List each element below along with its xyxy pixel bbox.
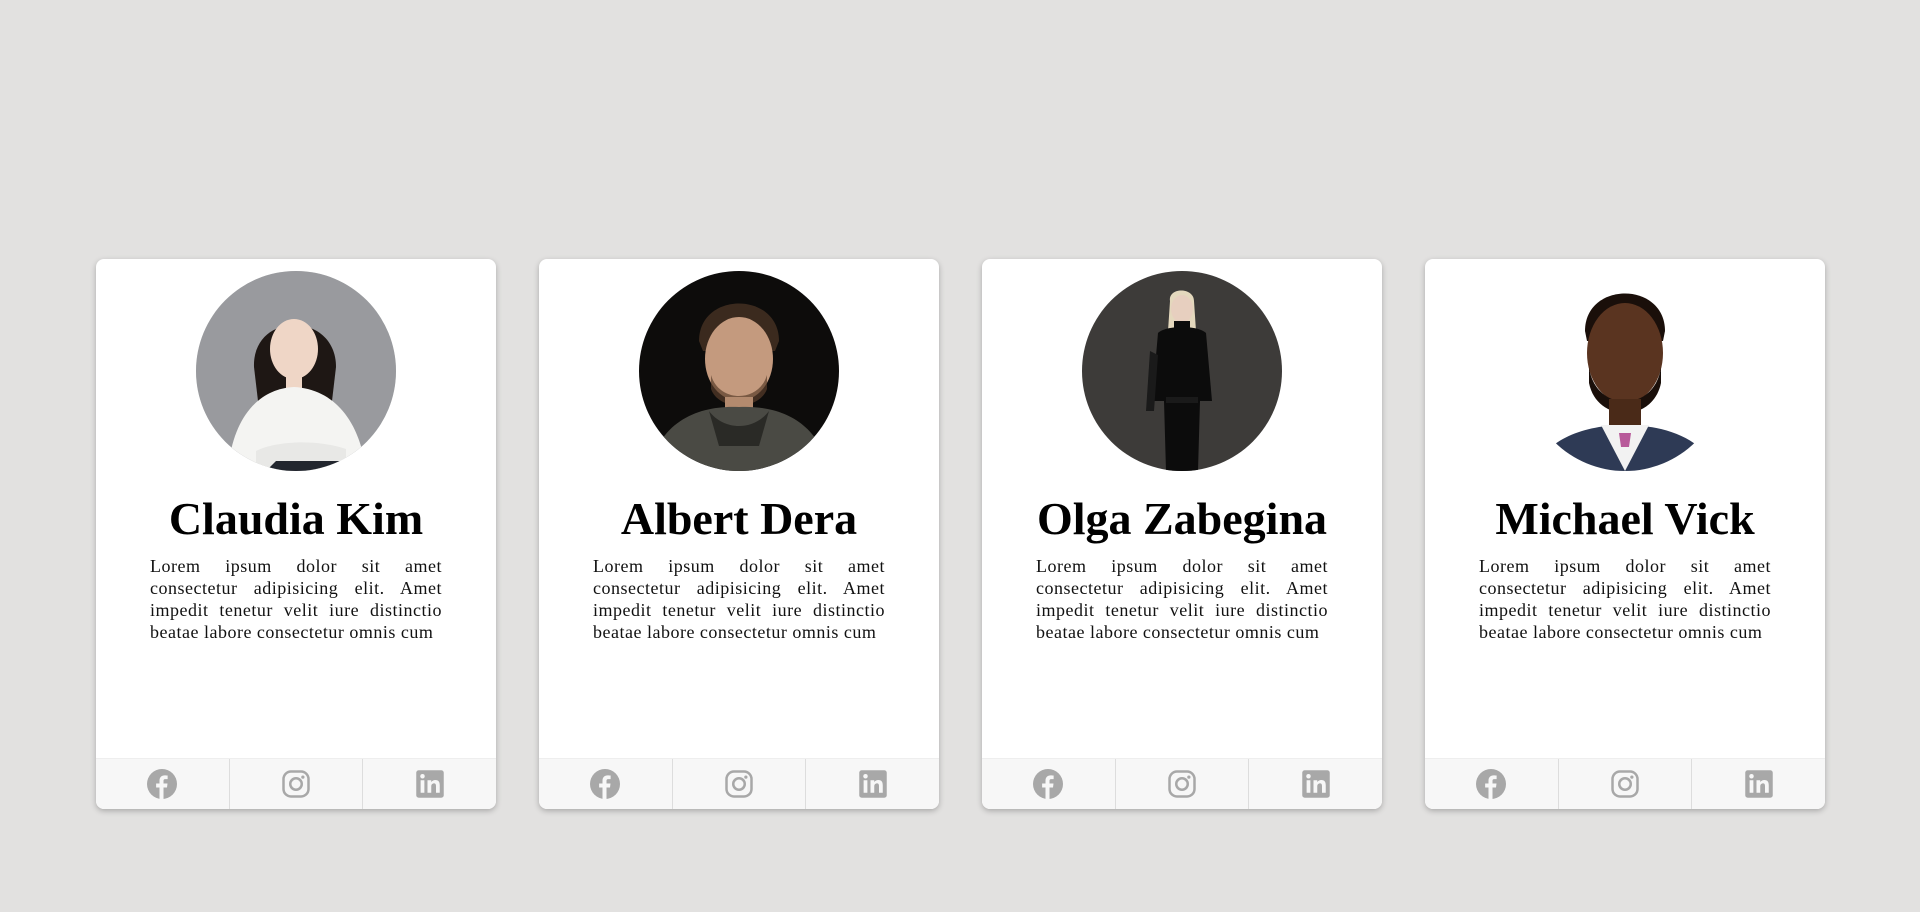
social-bar [1425,758,1825,809]
person-bio: Lorem ipsum dolor sit amet consectetur a… [150,556,442,642]
social-bar [982,758,1382,809]
social-bar [539,758,939,809]
person-bio: Lorem ipsum dolor sit amet consectetur a… [593,556,885,642]
portrait-image [1082,271,1282,471]
linkedin-link[interactable] [1249,759,1382,809]
linkedin-icon [858,770,887,798]
team-card: Albert Dera Lorem ipsum dolor sit amet c… [539,259,939,809]
instagram-icon [282,770,310,798]
facebook-icon [1476,769,1507,799]
facebook-icon [147,769,178,799]
instagram-link[interactable] [1116,759,1250,809]
avatar [639,271,839,471]
person-bio: Lorem ipsum dolor sit amet consectetur a… [1479,556,1771,642]
avatar [1082,271,1282,471]
team-card: Michael Vick Lorem ipsum dolor sit amet … [1425,259,1825,809]
facebook-icon [1033,769,1064,799]
facebook-link[interactable] [96,759,230,809]
linkedin-link[interactable] [806,759,939,809]
team-card: Olga Zabegina Lorem ipsum dolor sit amet… [982,259,1382,809]
person-bio: Lorem ipsum dolor sit amet consectetur a… [1036,556,1328,642]
team-card: Claudia Kim Lorem ipsum dolor sit amet c… [96,259,496,809]
avatar [196,271,396,471]
instagram-link[interactable] [230,759,364,809]
person-name: Albert Dera [620,493,858,544]
person-name: Olga Zabegina [1036,493,1328,544]
team-cards: Claudia Kim Lorem ipsum dolor sit amet c… [96,259,1825,809]
facebook-link[interactable] [982,759,1116,809]
instagram-icon [1611,770,1639,798]
linkedin-icon [1301,770,1330,798]
linkedin-icon [415,770,444,798]
facebook-link[interactable] [539,759,673,809]
person-name: Michael Vick [1495,493,1755,544]
instagram-link[interactable] [1559,759,1693,809]
instagram-icon [1168,770,1196,798]
linkedin-link[interactable] [1692,759,1825,809]
portrait-image [196,271,396,471]
person-name: Claudia Kim [168,493,424,544]
instagram-link[interactable] [673,759,807,809]
facebook-link[interactable] [1425,759,1559,809]
linkedin-icon [1744,770,1773,798]
portrait-image [1525,271,1725,471]
portrait-image [639,271,839,471]
linkedin-link[interactable] [363,759,496,809]
instagram-icon [725,770,753,798]
avatar [1525,271,1725,471]
social-bar [96,758,496,809]
facebook-icon [590,769,621,799]
